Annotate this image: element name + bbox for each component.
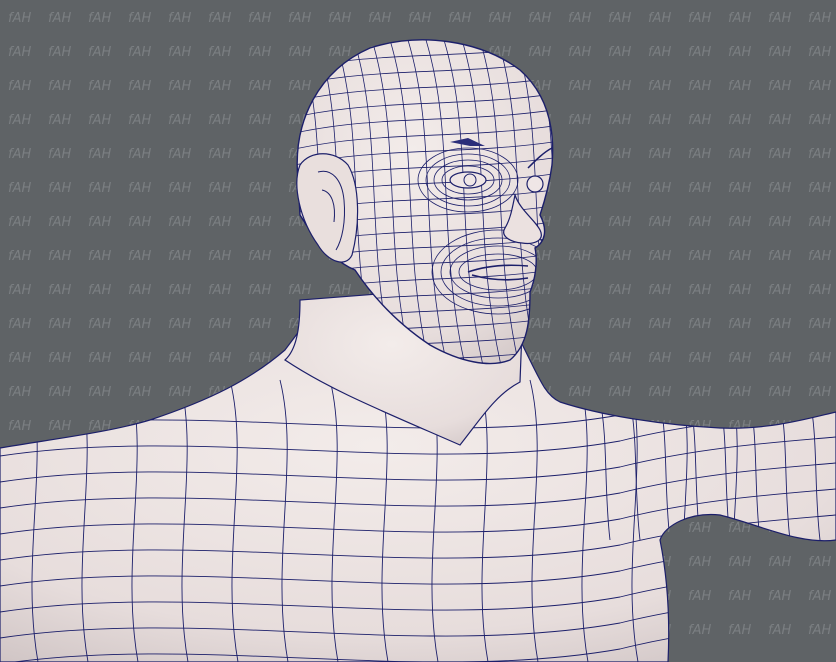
wire-line (729, 379, 739, 662)
eye-right (526, 175, 544, 193)
wireframe-model (0, 39, 836, 662)
3d-viewport[interactable]: fAH fAH fAH fAH fAH fAH fAH fAH fAH fAH fAH fAH fAH f… (0, 0, 836, 662)
ear (296, 153, 359, 263)
